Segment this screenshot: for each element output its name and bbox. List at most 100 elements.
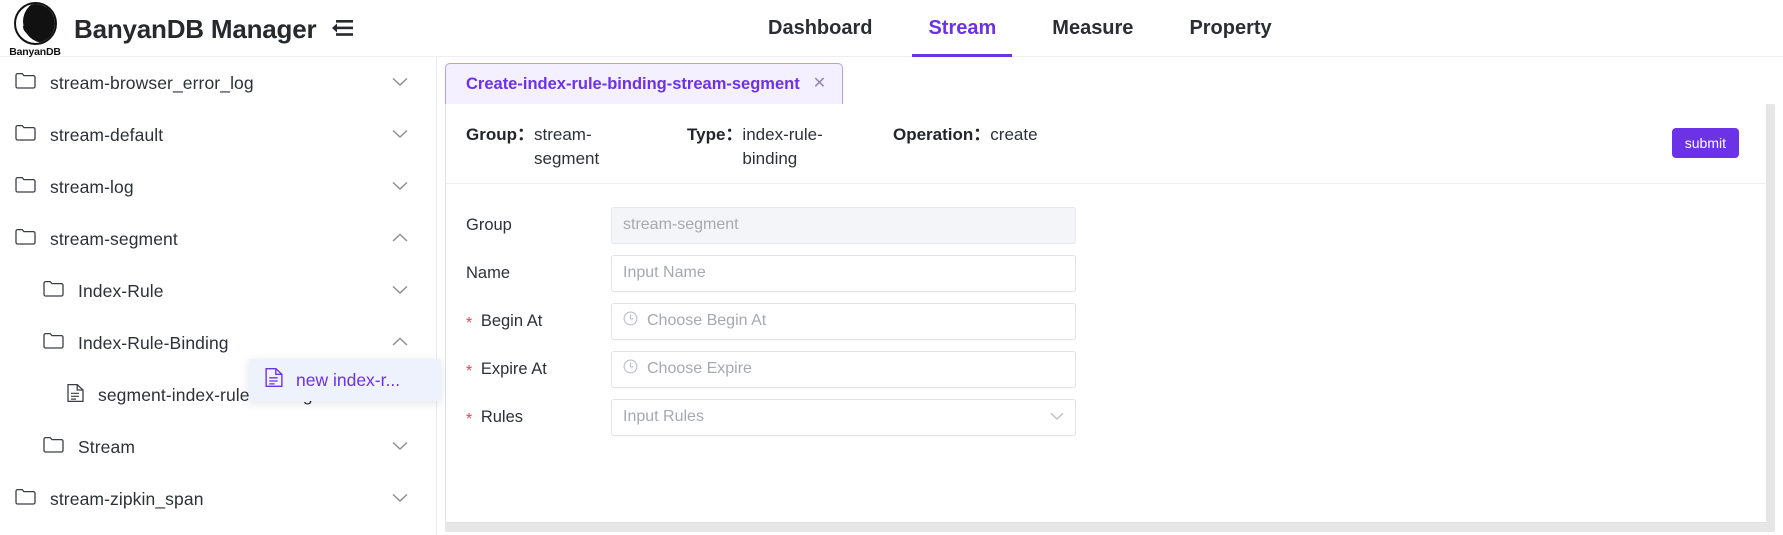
folder-icon [15,124,36,146]
chevron-down-icon[interactable] [392,126,408,144]
menu-collapse-icon[interactable] [331,13,353,44]
form-label-name: Name [446,264,611,283]
clock-icon [623,359,638,379]
chevron-up-icon[interactable] [392,334,408,352]
summary-operation-key: Operation： [893,123,990,147]
group-input-value: stream-segment [623,216,739,234]
folder-icon [43,332,64,354]
tree-item-label: Stream [78,437,135,458]
form-row-begin-at: * Begin At Choose Begin At [446,297,1766,345]
expire-at-placeholder: Choose Expire [647,360,752,378]
file-icon [67,383,84,408]
tree-item-stream[interactable]: Stream [0,421,436,473]
tree-item-label: stream-default [50,125,163,146]
tree-context-popup-new-index-rule-binding[interactable]: new index-r... [249,359,441,401]
nav-label: Dashboard [768,17,872,40]
nav-label: Property [1189,17,1271,40]
clock-icon [623,311,638,331]
tree-item-label: stream-zipkin_span [50,489,204,510]
tree-item-stream-log[interactable]: stream-log [0,161,436,213]
required-marker: * [466,363,472,380]
file-icon [265,367,283,393]
folder-icon [15,488,36,510]
tree-item-stream-zipkin-span[interactable]: stream-zipkin_span [0,473,436,525]
form-label-text: Rules [481,408,523,426]
close-icon[interactable]: ✕ [813,76,826,92]
app-title-text: BanyanDB Manager [74,14,316,44]
begin-at-input[interactable]: Choose Begin At [611,303,1076,340]
rules-select-placeholder: Input Rules [623,408,704,426]
name-input-placeholder: Input Name [623,264,706,282]
tree-item-label: stream-segment [50,229,178,250]
form-label-text: Name [466,264,510,282]
required-marker: * [466,315,472,332]
group-input[interactable]: stream-segment [611,207,1076,244]
logo: BanyanDB [8,2,62,58]
name-input[interactable]: Input Name [611,255,1076,292]
required-marker: * [466,411,472,428]
tree-item-stream-default[interactable]: stream-default [0,109,436,161]
form-row-name: Name Input Name [446,249,1766,297]
tree-item-stream-browser-error-log[interactable]: stream-browser_error_log [0,57,436,109]
summary-operation-value: create [990,123,1037,147]
summary-group: Group： stream-segment [466,123,634,171]
tree-context-popup-label: new index-r... [296,370,400,391]
chevron-up-icon[interactable] [392,230,408,248]
tree-item-stream-segment[interactable]: stream-segment [0,213,436,265]
form-row-expire-at: * Expire At Choose Expire [446,345,1766,393]
chevron-down-icon[interactable] [1050,408,1064,426]
expire-at-input[interactable]: Choose Expire [611,351,1076,388]
folder-icon [15,228,36,250]
app-title: BanyanDB Manager [74,14,353,47]
app-header: BanyanDB BanyanDB Manager Dashboard Stre… [0,0,1783,57]
nav-item-stream[interactable]: Stream [900,0,1024,57]
folder-icon [15,176,36,198]
chevron-down-icon[interactable] [392,490,408,508]
folder-icon [43,280,64,302]
form-row-rules: * Rules Input Rules [446,393,1766,441]
chevron-down-icon[interactable] [392,438,408,456]
begin-at-placeholder: Choose Begin At [647,312,766,330]
nav-label: Stream [928,17,996,40]
form-row-group: Group stream-segment [446,201,1766,249]
create-form: Group stream-segment Name Input Name * B… [446,184,1766,441]
form-label-rules: * Rules [446,408,611,427]
tree-item-label: Index-Rule [78,281,164,302]
form-label-text: Group [466,216,512,234]
tree-item-label: stream-browser_error_log [50,73,254,94]
form-label-expire-at: * Expire At [446,360,611,379]
nav-item-measure[interactable]: Measure [1024,0,1161,57]
form-label-text: Begin At [481,312,542,330]
create-form-panel: Group： stream-segment Type： index-rule-b… [445,104,1767,523]
banyandb-logo-icon [14,2,57,45]
summary-group-value: stream-segment [534,123,634,171]
main-nav: Dashboard Stream Measure Property [740,0,1300,57]
chevron-down-icon[interactable] [392,178,408,196]
rules-select[interactable]: Input Rules [611,399,1076,436]
summary-group-key: Group： [466,123,534,171]
tree-item-label: stream-log [50,177,134,198]
folder-icon [43,436,64,458]
chevron-down-icon[interactable] [392,282,408,300]
main-content: Create-index-rule-binding-stream-segment… [437,57,1783,535]
summary-type: Type： index-rule-binding [687,123,842,171]
tab-label: Create-index-rule-binding-stream-segment [466,75,800,94]
form-label-text: Expire At [481,360,547,378]
form-label-group: Group [446,216,611,235]
nav-item-dashboard[interactable]: Dashboard [740,0,900,57]
brand: BanyanDB BanyanDB Manager [8,2,353,58]
tree-item-label: Index-Rule-Binding [78,333,229,354]
form-summary-header: Group： stream-segment Type： index-rule-b… [446,104,1766,184]
submit-button[interactable]: submit [1672,128,1739,158]
summary-operation: Operation： create [893,123,1038,147]
tab-create-index-rule-binding-stream-segment[interactable]: Create-index-rule-binding-stream-segment… [445,63,843,104]
form-label-begin-at: * Begin At [446,312,611,331]
summary-type-value: index-rule-binding [742,123,842,171]
summary-type-key: Type： [687,123,742,171]
chevron-down-icon[interactable] [392,74,408,92]
nav-item-property[interactable]: Property [1161,0,1299,57]
tree-item-index-rule[interactable]: Index-Rule [0,265,436,317]
sidebar-tree[interactable]: stream-browser_error_log stream-default … [0,57,437,535]
nav-label: Measure [1052,17,1133,40]
folder-icon [15,72,36,94]
